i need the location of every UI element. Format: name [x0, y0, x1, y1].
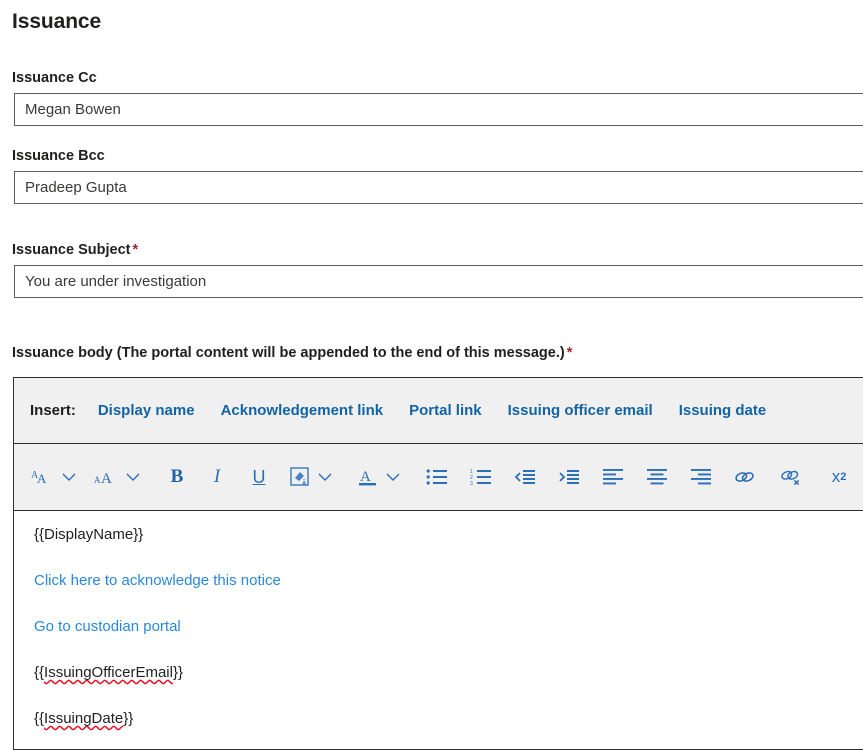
font-style-icon[interactable]: A A — [30, 462, 56, 492]
insert-label: Insert: — [30, 402, 76, 419]
numbered-list-icon[interactable]: 1 2 3 — [470, 462, 492, 492]
highlight-color-icon[interactable] — [288, 462, 312, 492]
align-right-icon[interactable] — [690, 462, 712, 492]
label-issuance-subject: Issuance Subject * — [12, 240, 863, 260]
font-size-chevron-down-icon[interactable] — [126, 472, 140, 482]
issuance-subject-input[interactable] — [14, 265, 863, 298]
body-line-issuing-officer-email: {{IssuingOfficerEmail}} — [34, 664, 183, 681]
formatting-toolbar: A A A A B I U A 1 2 3 x 2 — [14, 444, 863, 511]
required-asterisk-subject: * — [132, 242, 139, 258]
highlight-color-chevron-down-icon[interactable] — [318, 472, 332, 482]
svg-text:A: A — [360, 469, 371, 485]
insert-portal-link[interactable]: Portal link — [409, 402, 482, 419]
body-line-acknowledge-link[interactable]: Click here to acknowledge this notice — [34, 571, 863, 591]
field-issuance-bcc: Issuance Bcc — [0, 146, 863, 204]
label-issuance-cc: Issuance Cc — [12, 70, 97, 86]
body-line-portal-link[interactable]: Go to custodian portal — [34, 617, 863, 637]
spellcheck-underline-issuing-date: IssuingDate — [44, 710, 124, 727]
issuance-settings-page: Issuance Issuance Cc Issuance Bcc Issuan… — [0, 0, 863, 750]
label-issuance-bcc: Issuance Bcc — [12, 148, 105, 164]
decrease-indent-icon[interactable] — [514, 462, 536, 492]
svg-text:A: A — [37, 471, 47, 486]
font-size-icon[interactable]: A A — [94, 462, 120, 492]
issuance-body-content[interactable]: {{DisplayName}} Click here to acknowledg… — [14, 511, 863, 748]
align-center-icon[interactable] — [646, 462, 668, 492]
font-color-chevron-down-icon[interactable] — [386, 472, 400, 482]
page-title: Issuance — [12, 10, 102, 33]
required-asterisk-body: * — [566, 345, 573, 361]
insert-token-bar: Insert: Display name Acknowledgement lin… — [14, 378, 863, 444]
label-issuance-subject-text: Issuance Subject — [12, 242, 131, 258]
label-issuance-body-text: Issuance body (The portal content will b… — [12, 345, 565, 361]
insert-issuing-date-link[interactable]: Issuing date — [679, 402, 767, 419]
superscript-icon[interactable]: x2 — [828, 462, 850, 492]
font-color-icon[interactable]: A — [356, 462, 380, 492]
svg-text:A: A — [94, 475, 101, 485]
insert-issuing-officer-email-link[interactable]: Issuing officer email — [508, 402, 653, 419]
remove-link-icon[interactable] — [780, 462, 802, 492]
field-issuance-cc: Issuance Cc — [0, 68, 863, 126]
svg-text:A: A — [101, 471, 112, 487]
bulleted-list-icon[interactable] — [426, 462, 448, 492]
font-style-chevron-down-icon[interactable] — [62, 472, 76, 482]
issuance-bcc-input[interactable] — [14, 171, 863, 204]
insert-acknowledgement-link[interactable]: Acknowledgement link — [221, 402, 384, 419]
increase-indent-icon[interactable] — [558, 462, 580, 492]
issuance-body-editor: Insert: Display name Acknowledgement lin… — [13, 377, 863, 750]
spellcheck-underline-issuing-officer-email: IssuingOfficerEmail — [44, 664, 173, 681]
issuance-cc-input[interactable] — [14, 93, 863, 126]
svg-text:3: 3 — [470, 481, 473, 486]
body-line-issuing-date: {{IssuingDate}} — [34, 710, 134, 727]
body-line-display-name: {{DisplayName}} — [34, 526, 144, 543]
align-left-icon[interactable] — [602, 462, 624, 492]
bold-icon[interactable]: B — [166, 462, 188, 492]
insert-link-icon[interactable] — [734, 462, 756, 492]
underline-icon[interactable]: U — [248, 462, 270, 492]
insert-display-name-link[interactable]: Display name — [98, 402, 195, 419]
field-issuance-subject: Issuance Subject * — [0, 240, 863, 298]
italic-icon[interactable]: I — [206, 462, 228, 492]
label-issuance-body: Issuance body (The portal content will b… — [12, 345, 572, 361]
